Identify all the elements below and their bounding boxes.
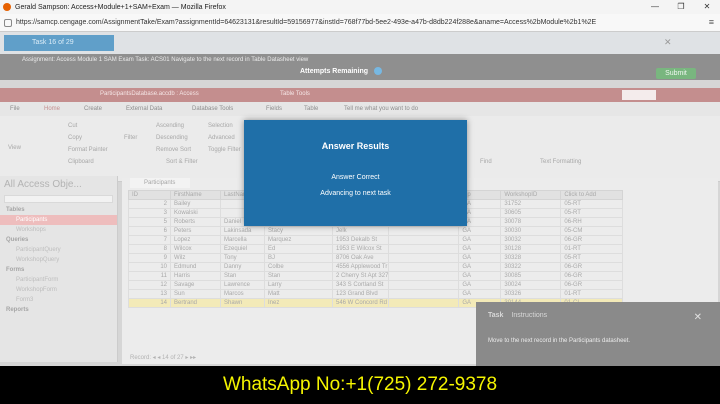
close-button[interactable]: ✕	[694, 0, 720, 14]
url-text[interactable]: https://samcp.cengage.com/AssignmentTake…	[16, 19, 596, 26]
whatsapp-banner: WhatsApp No:+1(725) 272-9378	[0, 366, 720, 404]
task-label: Task	[488, 312, 504, 319]
instructions-tab[interactable]: Instructions	[511, 312, 547, 319]
window-title: Gerald Sampson: Access+Module+1+SAM+Exam…	[15, 3, 226, 11]
whatsapp-number: WhatsApp No:+1(725) 272-9378	[222, 374, 498, 395]
answer-results-dialog: Answer Results Answer Correct Advancing …	[244, 120, 467, 226]
browser-titlebar: Gerald Sampson: Access+Module+1+SAM+Exam…	[0, 0, 720, 14]
dialog-status: Advancing to next task	[320, 190, 391, 197]
firefox-icon	[3, 3, 11, 11]
maximize-button[interactable]: ❐	[668, 0, 694, 14]
dialog-result: Answer Correct	[331, 174, 380, 181]
hamburger-menu-icon[interactable]: ≡	[709, 18, 714, 27]
dialog-title: Answer Results	[321, 141, 390, 151]
close-icon[interactable]: ✕	[694, 312, 702, 323]
task-panel-header: Task Instructions	[488, 312, 547, 319]
task-instructions-panel: Task Instructions ✕ Move to the next rec…	[476, 302, 720, 366]
task-instruction-text: Move to the next record in the Participa…	[488, 338, 631, 344]
window-controls: — ❐ ✕	[642, 0, 720, 14]
lock-icon	[4, 18, 12, 27]
minimize-button[interactable]: —	[642, 0, 668, 14]
address-bar[interactable]: https://samcp.cengage.com/AssignmentTake…	[0, 14, 720, 32]
